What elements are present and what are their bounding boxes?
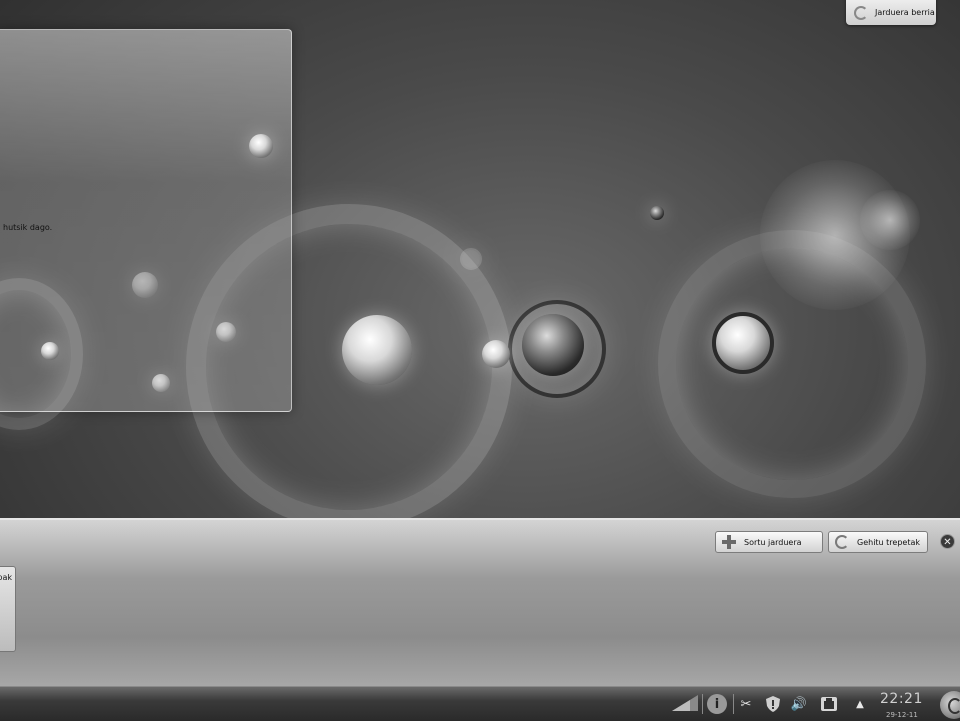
security-shield-icon[interactable] [764, 695, 782, 713]
bottom-panel: i ✂ 🔊 ▲ 22:21 29-12-11 [0, 686, 960, 721]
wallpaper-orb [482, 340, 510, 368]
wallpaper-ring [460, 248, 482, 270]
add-widgets-label: Gehitu trepetak [857, 537, 921, 547]
new-activity-label: Jarduera berria [875, 8, 935, 17]
wallpaper-orb [712, 312, 774, 374]
close-activity-bar-button[interactable]: ✕ [940, 534, 955, 549]
activity-icon [854, 5, 868, 20]
wallpaper-orb [41, 342, 59, 360]
close-icon: ✕ [943, 537, 952, 548]
activity-manager-bar: Sortu jarduera Gehitu trepetak ✕ pak [0, 518, 960, 688]
folder-view-widget[interactable]: hutsik dago. [0, 29, 292, 430]
create-activity-label: Sortu jarduera [744, 537, 802, 547]
folder-empty-message: hutsik dago. [3, 223, 53, 232]
panel-separator [733, 694, 734, 714]
widgets-icon [835, 535, 849, 549]
activity-thumbnail[interactable]: pak [0, 566, 16, 652]
wallpaper-orb [522, 314, 584, 376]
add-widgets-button[interactable]: Gehitu trepetak [828, 531, 928, 553]
create-activity-button[interactable]: Sortu jarduera [715, 531, 823, 553]
klipper-scissors-icon[interactable]: ✂ [737, 695, 755, 713]
wallpaper-glow [860, 190, 920, 250]
plus-icon [722, 535, 736, 549]
panel-separator [702, 694, 703, 714]
wallpaper-orb [249, 134, 273, 158]
clock-date[interactable]: 29-12-11 [886, 711, 918, 719]
volume-icon[interactable]: 🔊 [790, 695, 808, 713]
info-icon[interactable]: i [707, 694, 727, 714]
device-notifier-icon[interactable] [820, 695, 838, 713]
wallpaper-orb [650, 206, 664, 220]
activity-thumbnail-label: pak [0, 573, 12, 582]
tray-expand-arrow-icon[interactable]: ▲ [851, 695, 869, 713]
wallpaper-ring [658, 230, 926, 498]
wallpaper-orb [342, 315, 412, 385]
clock-time[interactable]: 22:21 [880, 691, 923, 707]
panel-toolbox-icon[interactable] [940, 691, 960, 719]
network-icon[interactable] [672, 695, 698, 711]
new-activity-button[interactable]: Jarduera berria [846, 0, 936, 25]
